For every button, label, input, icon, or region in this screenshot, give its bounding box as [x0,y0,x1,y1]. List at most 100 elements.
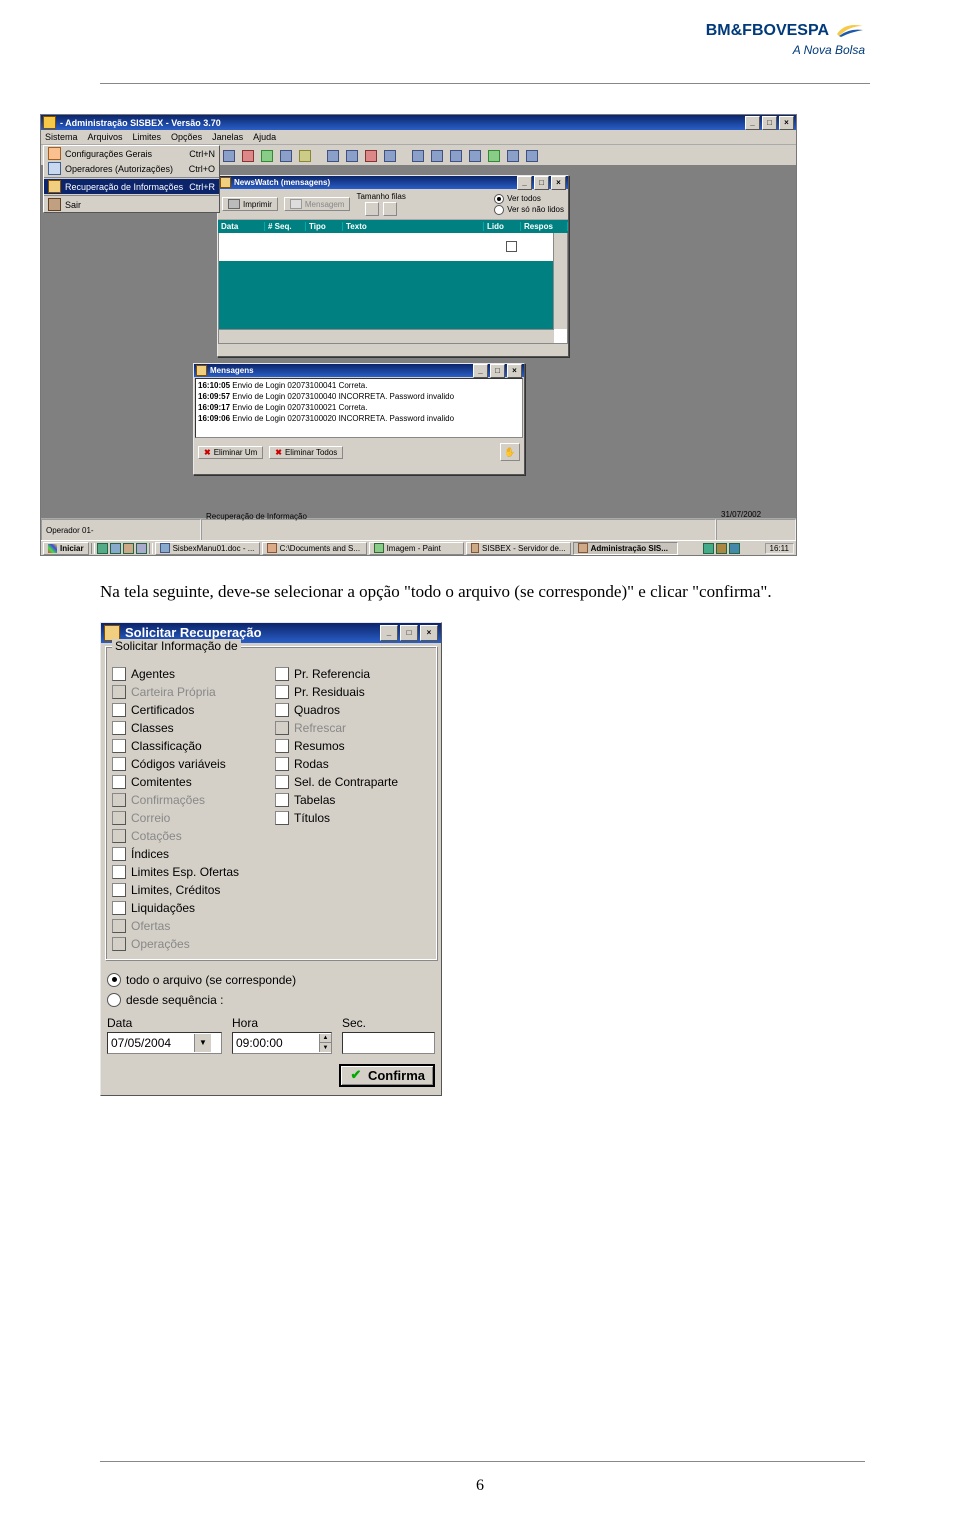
toolbar-button[interactable] [259,148,275,164]
checkbox-icon[interactable] [275,775,289,789]
checkbox-icon[interactable] [112,721,126,735]
checkbox-pr-residuais[interactable]: Pr. Residuais [275,683,430,701]
taskbar-item[interactable]: C:\Documents and S... [262,542,367,555]
taskbar-item[interactable]: Imagem - Paint [369,542,464,555]
minimize-button[interactable]: _ [517,176,532,190]
sec-input[interactable] [343,1036,434,1050]
checkbox-icon[interactable] [112,667,126,681]
toolbar-button[interactable] [505,148,521,164]
close-button[interactable]: × [420,625,438,641]
quick-launch-icon[interactable] [136,543,147,554]
dropdown-item-sair[interactable]: Sair [44,197,219,212]
checkbox-icon[interactable] [112,757,126,771]
toolbar-button[interactable] [410,148,426,164]
checkbox--ndices[interactable]: Índices [112,845,267,863]
checkbox-icon[interactable] [275,667,289,681]
menu-opcoes[interactable]: Opções [171,132,202,142]
minimize-button[interactable]: _ [745,116,760,130]
col-seq[interactable]: # Seq. [265,222,306,231]
delete-all-button[interactable]: ✖ Eliminar Todos [269,446,343,459]
dropdown-item-config[interactable]: Configurações Gerais Ctrl+N [44,146,219,161]
checkbox-icon[interactable] [112,883,126,897]
checkbox-sel-de-contraparte[interactable]: Sel. de Contraparte [275,773,430,791]
checkbox-classifica-o[interactable]: Classificação [112,737,267,755]
taskbar-item[interactable]: SisbexManu01.doc - ... [155,542,260,555]
col-data[interactable]: Data [218,222,265,231]
col-tipo[interactable]: Tipo [306,222,343,231]
checkbox-pr-referencia[interactable]: Pr. Referencia [275,665,430,683]
quick-launch-icon[interactable] [97,543,108,554]
spin-buttons[interactable]: ▲▼ [319,1034,331,1052]
checkbox-quadros[interactable]: Quadros [275,701,430,719]
maximize-button[interactable]: □ [490,364,505,378]
data-input[interactable] [108,1036,194,1050]
menu-sistema[interactable]: Sistema [45,132,78,142]
toolbar-button[interactable] [344,148,360,164]
checkbox-icon[interactable] [112,865,126,879]
confirm-button[interactable]: ✔ Confirma [339,1064,435,1087]
checkbox-limites-esp-ofertas[interactable]: Limites Esp. Ofertas [112,863,267,881]
maximize-button[interactable]: □ [534,176,549,190]
radio-view-unread[interactable]: Ver só não lidos [494,205,564,215]
checkbox-comitentes[interactable]: Comitentes [112,773,267,791]
dropdown-item-operadores[interactable]: Operadores (Autorizações) Ctrl+O [44,161,219,176]
menu-limites[interactable]: Limites [133,132,162,142]
checkbox-icon[interactable] [112,775,126,789]
close-button[interactable]: × [551,176,566,190]
taskbar-item[interactable]: SISBEX - Servidor de... [466,542,571,555]
radio-desde-sequencia[interactable]: desde sequência : [107,990,435,1010]
checkbox-icon[interactable] [112,703,126,717]
checkbox-icon[interactable] [275,685,289,699]
hora-input-box[interactable]: ▲▼ [232,1032,332,1054]
dropdown-item-recuperacao[interactable]: Recuperação de Informações Ctrl+R [44,179,219,194]
checkbox-c-digos-vari-veis[interactable]: Códigos variáveis [112,755,267,773]
toolbar-button[interactable] [297,148,313,164]
radio-view-all[interactable]: Ver todos [494,194,564,204]
checkbox-agentes[interactable]: Agentes [112,665,267,683]
maximize-button[interactable]: □ [762,116,777,130]
menu-arquivos[interactable]: Arquivos [88,132,123,142]
print-button[interactable]: Imprimir [222,197,278,211]
quick-launch-icon[interactable] [123,543,134,554]
menu-ajuda[interactable]: Ajuda [253,132,276,142]
spin-down-icon[interactable]: ▼ [320,1043,331,1052]
checkbox-icon[interactable] [275,811,289,825]
toolbar-button[interactable] [429,148,445,164]
chevron-down-icon[interactable]: ▼ [194,1034,211,1052]
start-button[interactable]: Iniciar [43,542,89,555]
zoom-in-button[interactable] [365,202,379,216]
checkbox-limites-cr-ditos[interactable]: Limites, Créditos [112,881,267,899]
zoom-out-button[interactable] [383,202,397,216]
vertical-scrollbar[interactable] [553,233,567,329]
toolbar-button[interactable] [325,148,341,164]
checkbox-liquida-es[interactable]: Liquidações [112,899,267,917]
toolbar-button[interactable] [524,148,540,164]
close-button[interactable]: × [779,116,794,130]
toolbar-button[interactable] [363,148,379,164]
checkbox-t-tulos[interactable]: Títulos [275,809,430,827]
col-lido[interactable]: Lido [484,222,521,231]
checkbox-icon[interactable] [275,793,289,807]
checkbox-classes[interactable]: Classes [112,719,267,737]
toolbar-button[interactable] [278,148,294,164]
data-input-box[interactable]: ▼ [107,1032,222,1054]
checkbox-certificados[interactable]: Certificados [112,701,267,719]
checkbox-icon[interactable] [275,703,289,717]
checkbox-icon[interactable] [112,739,126,753]
toolbar-button[interactable] [221,148,237,164]
hand-button[interactable]: ✋ [500,443,520,461]
message-button[interactable]: Mensagem [284,197,351,211]
checkbox-icon[interactable] [275,739,289,753]
sec-input-box[interactable] [342,1032,435,1054]
spin-up-icon[interactable]: ▲ [320,1034,331,1044]
hora-input[interactable] [233,1036,319,1050]
toolbar-button[interactable] [382,148,398,164]
messages-list[interactable]: 16:10:05 Envio de Login 02073100041 Corr… [195,378,523,438]
tray-icon[interactable] [729,543,740,554]
tray-icon[interactable] [703,543,714,554]
checkbox-icon[interactable] [275,757,289,771]
checkbox-rodas[interactable]: Rodas [275,755,430,773]
maximize-button[interactable]: □ [400,625,418,641]
toolbar-button[interactable] [240,148,256,164]
toolbar-button[interactable] [467,148,483,164]
